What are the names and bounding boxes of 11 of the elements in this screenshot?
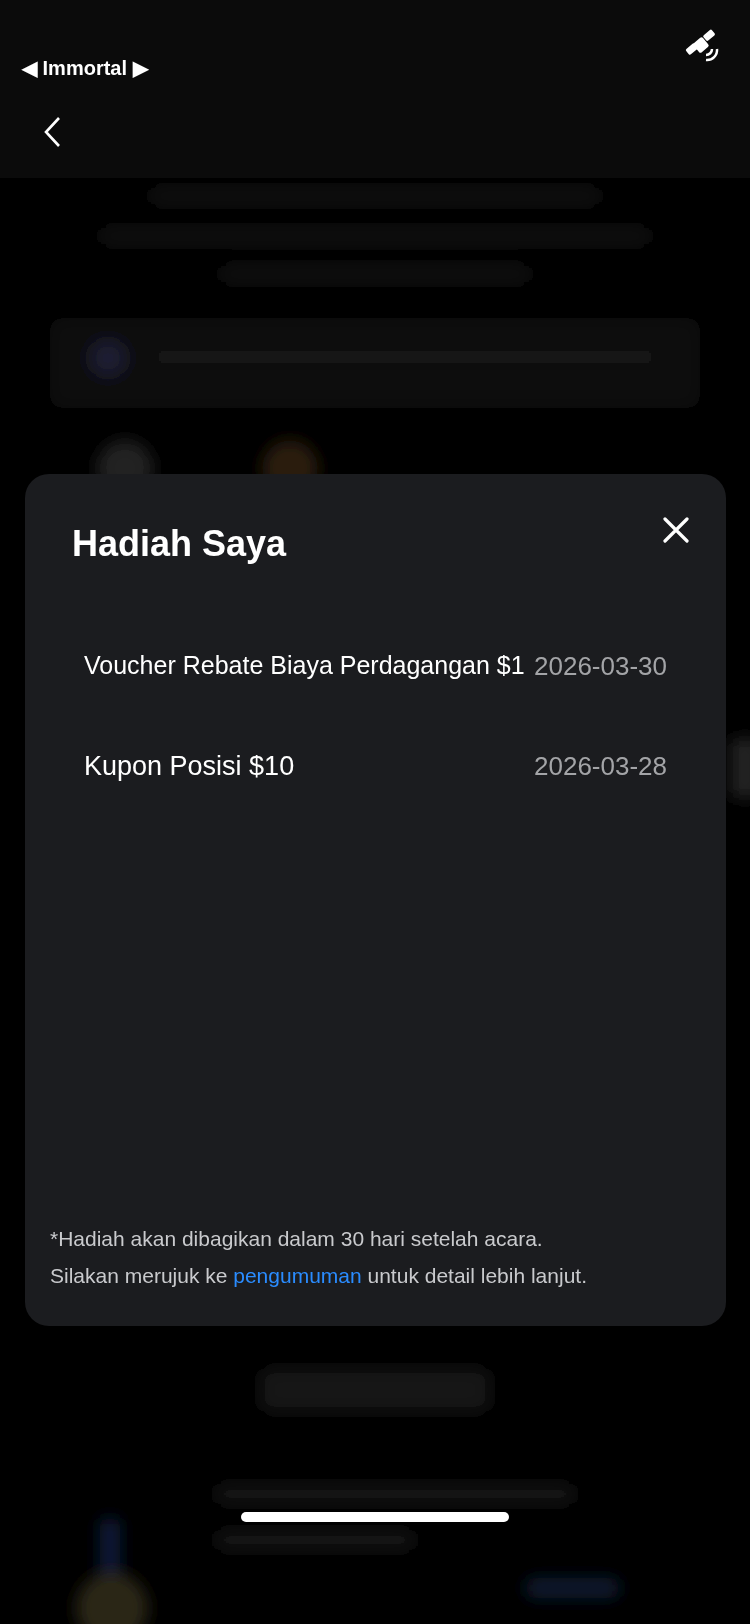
reward-name: Voucher Rebate Biaya Perdagangan $1 xyxy=(84,650,525,682)
close-icon xyxy=(663,517,689,543)
back-icon xyxy=(43,116,61,148)
satellite-icon xyxy=(684,29,720,63)
reward-date: 2026-03-30 xyxy=(534,649,667,683)
announcement-link[interactable]: pengumuman xyxy=(233,1264,362,1287)
reward-date: 2026-03-28 xyxy=(534,749,667,783)
dialog-title: Hadiah Saya xyxy=(72,522,287,566)
reward-name: Kupon Posisi $10 xyxy=(84,749,295,783)
reward-note: *Hadiah akan dibagikan dalam 30 hari setelah acara. Silakan merujuk ke pengumuman untuk detail lebih lanjut. xyxy=(49,1226,588,1289)
back-to-app-link[interactable]: ◀ Immortal ▶ xyxy=(22,56,148,80)
